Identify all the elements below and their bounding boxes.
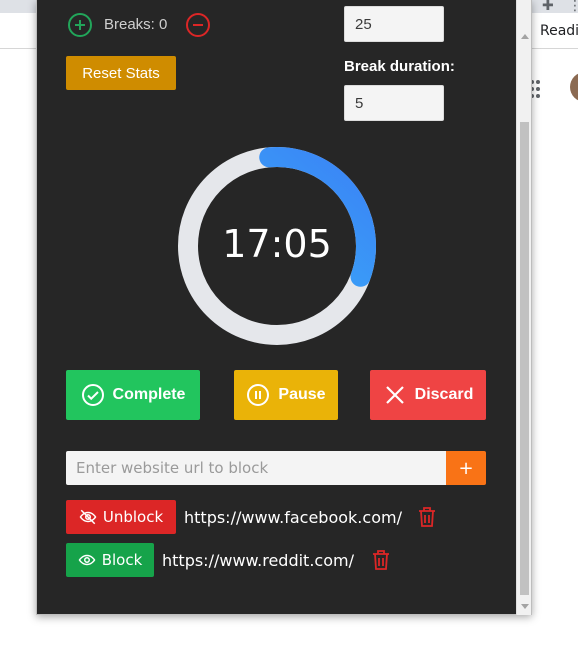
unblock-label: Unblock (102, 508, 164, 526)
block-label: Block (101, 551, 143, 569)
complete-label: Complete (112, 386, 186, 403)
unblocked-site-url: https://www.reddit.com/ (162, 551, 354, 570)
pause-button[interactable]: Pause (234, 370, 338, 420)
close-icon (385, 386, 404, 404)
extensions-puzzle-icon[interactable]: ✚ (542, 0, 554, 14)
minus-icon (193, 24, 203, 26)
plus-icon (75, 20, 85, 30)
timer-display: 17:05 (222, 222, 332, 266)
popup-scrollbar[interactable] (516, 0, 531, 615)
apps-grid-icon[interactable] (530, 80, 544, 100)
check-circle-icon (81, 384, 104, 406)
profile-avatar[interactable] (570, 72, 578, 102)
discard-button[interactable]: Discard (370, 370, 486, 420)
block-button[interactable]: Block (66, 543, 154, 577)
break-duration-input[interactable]: 5 (344, 85, 444, 121)
block-url-input[interactable]: Enter website url to block (66, 451, 446, 485)
delete-site-icon[interactable] (417, 506, 437, 528)
add-break-button[interactable] (68, 13, 92, 37)
work-duration-input[interactable]: 25 (344, 6, 444, 42)
scroll-thumb[interactable] (520, 122, 529, 595)
scroll-up-arrow-icon[interactable] (521, 34, 529, 39)
delete-site-icon[interactable] (371, 549, 391, 571)
unblock-button[interactable]: Unblock (66, 500, 176, 534)
more-menu-icon[interactable]: ⋮ (568, 0, 578, 14)
scroll-down-arrow-icon[interactable] (521, 604, 529, 609)
eye-icon (78, 554, 96, 566)
bookmark-reading-list[interactable]: Readi (540, 23, 578, 39)
break-duration-label: Break duration: (344, 58, 455, 75)
add-site-button[interactable]: + (446, 451, 486, 485)
remove-break-button[interactable] (186, 13, 210, 37)
blocked-site-url: https://www.facebook.com/ (184, 508, 402, 527)
breaks-count: Breaks: 0 (104, 16, 168, 33)
reset-stats-button[interactable]: Reset Stats (66, 56, 176, 90)
discard-label: Discard (414, 386, 474, 403)
pause-label: Pause (278, 386, 326, 403)
complete-button[interactable]: Complete (66, 370, 200, 420)
pause-circle-icon (247, 384, 270, 406)
eye-off-icon (79, 509, 97, 525)
